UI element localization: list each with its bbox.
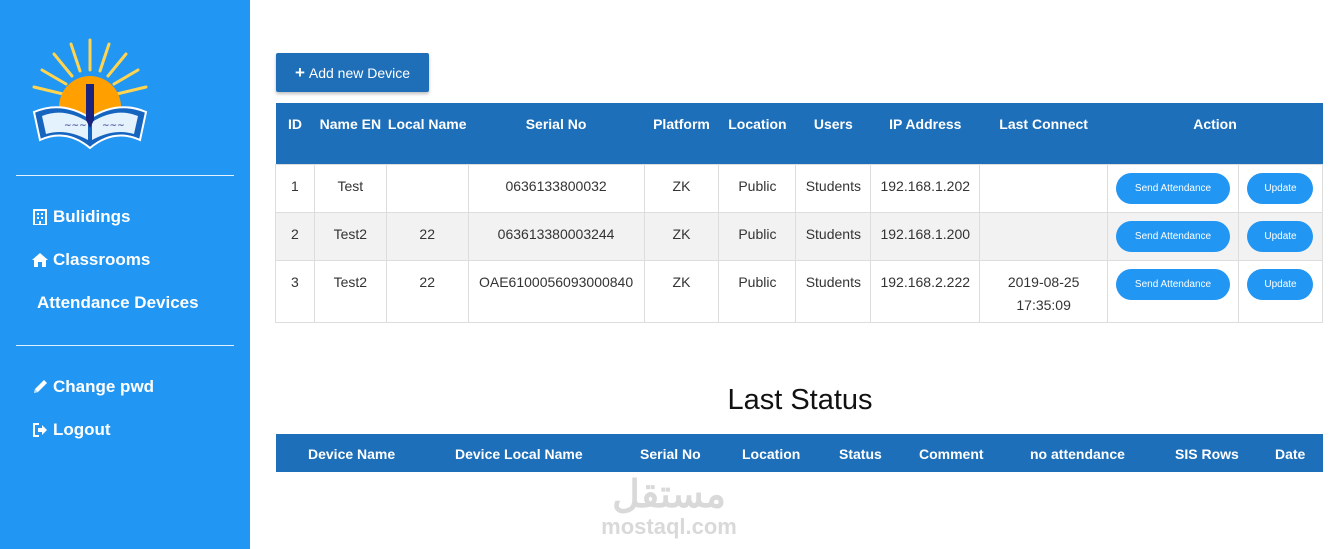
cell-id: 1 [275, 163, 315, 213]
cell-name-en: Test [313, 163, 387, 213]
column-header-platform: Platform [644, 103, 719, 164]
column-header-id: ID [275, 103, 315, 164]
cell-serial-no: 063613380003244 [467, 211, 645, 261]
column-header-users: Users [795, 103, 871, 164]
cell-local-name: 22 [385, 211, 469, 261]
sidebar-item-label: Attendance Devices [37, 293, 199, 312]
send-attendance-button[interactable]: Send Attendance [1116, 220, 1231, 252]
last-status-header-row: Device Name Device Local Name Serial No … [276, 434, 1323, 472]
sidebar-divider [16, 345, 234, 346]
svg-text:~~~: ~~~ [102, 121, 125, 131]
cell-id: 2 [275, 211, 315, 261]
school-logo: ~~~ ~~~ [28, 32, 153, 157]
plus-icon: + [294, 62, 305, 82]
column-header-device-local-name: Device Local Name [455, 446, 583, 462]
column-header-location: Location [742, 446, 801, 462]
column-header-serial-no: Serial No [468, 103, 645, 164]
cell-users: Students [795, 259, 872, 323]
cell-ip-address: 192.168.2.222 [870, 259, 981, 323]
sidebar-item-label: Logout [53, 420, 111, 439]
cell-platform: ZK [643, 259, 720, 323]
sidebar-item-logout[interactable]: Logout [32, 420, 111, 440]
cell-local-name: 22 [385, 259, 469, 323]
column-header-device-name: Device Name [308, 446, 396, 462]
cell-local-name [385, 163, 469, 213]
sidebar-item-change-pwd[interactable]: Change pwd [32, 377, 154, 397]
cell-ip-address: 192.168.1.200 [870, 211, 981, 261]
cell-ip-address: 192.168.1.202 [870, 163, 981, 213]
watermark-arabic: مستقل [612, 474, 726, 516]
cell-last-connect [979, 163, 1109, 213]
pencil-icon [32, 379, 48, 395]
cell-send-action: Send Attendance [1107, 259, 1239, 323]
cell-name-en: Test2 [313, 211, 387, 261]
cell-last-connect [979, 211, 1109, 261]
sidebar-item-label: Classrooms [53, 250, 151, 269]
column-header-name-en: Name EN [314, 103, 387, 164]
update-button[interactable]: Update [1247, 220, 1314, 252]
logout-icon [32, 422, 48, 438]
column-header-last-connect: Last Connect [979, 103, 1108, 164]
cell-users: Students [795, 163, 872, 213]
column-header-no-attendance: no attendance [1030, 446, 1125, 462]
update-button[interactable]: Update [1247, 268, 1314, 300]
cell-last-connect: 2019-08-25 17:35:09 [979, 259, 1109, 323]
add-button-label: Add new Device [308, 64, 411, 81]
add-new-device-button[interactable]: + Add new Device [276, 53, 429, 92]
table-row: 1 Test 0636133800032 ZK Public Students … [275, 163, 1324, 213]
table-row: 2 Test2 22 063613380003244 ZK Public Stu… [275, 211, 1324, 261]
cell-send-action: Send Attendance [1107, 163, 1239, 213]
sidebar-item-label: Bulidings [53, 207, 131, 226]
cell-name-en: Test2 [313, 259, 387, 323]
svg-text:~~~: ~~~ [64, 121, 87, 131]
column-header-local-name: Local Name [386, 103, 469, 164]
building-icon [32, 209, 48, 225]
sidebar-item-attendance-devices[interactable]: Attendance Devices [37, 293, 199, 313]
cell-platform: ZK [643, 211, 720, 261]
cell-location: Public [718, 163, 797, 213]
cell-update-action: Update [1237, 163, 1324, 213]
update-button[interactable]: Update [1247, 172, 1314, 204]
cell-send-action: Send Attendance [1107, 211, 1239, 261]
cell-id: 3 [275, 259, 315, 323]
sidebar-divider [16, 175, 234, 176]
column-header-status: Status [839, 446, 882, 462]
table-header-row: ID Name EN Local Name Serial No Platform… [275, 103, 1323, 164]
sidebar-item-buildings[interactable]: Bulidings [32, 207, 130, 227]
watermark: مستقل mostaql.com [596, 474, 742, 538]
cell-users: Students [795, 211, 872, 261]
cell-platform: ZK [643, 163, 720, 213]
table-row: 3 Test2 22 OAE6100056093000840 ZK Public… [275, 259, 1324, 323]
devices-table: ID Name EN Local Name Serial No Platform… [275, 103, 1324, 323]
cell-update-action: Update [1237, 211, 1324, 261]
cell-serial-no: 0636133800032 [467, 163, 645, 213]
cell-location: Public [718, 211, 797, 261]
sidebar: ~~~ ~~~ Bulidings Classrooms Attendance … [0, 0, 250, 549]
column-header-ip-address: IP Address [870, 103, 980, 164]
send-attendance-button[interactable]: Send Attendance [1116, 268, 1231, 300]
watermark-latin: mostaql.com [601, 514, 737, 539]
column-header-date: Date [1275, 446, 1306, 462]
column-header-sis-rows: SIS Rows [1175, 446, 1239, 462]
home-icon [32, 252, 48, 268]
last-status-title: Last Status [727, 384, 873, 416]
send-attendance-button[interactable]: Send Attendance [1116, 172, 1231, 204]
sidebar-item-label: Change pwd [53, 377, 155, 396]
cell-serial-no: OAE6100056093000840 [467, 259, 645, 323]
column-header-comment: Comment [919, 446, 984, 462]
sidebar-item-classrooms[interactable]: Classrooms [32, 250, 150, 270]
column-header-serial-no: Serial No [640, 446, 701, 462]
column-header-location: Location [718, 103, 796, 164]
column-header-action: Action [1107, 103, 1323, 164]
cell-update-action: Update [1237, 259, 1324, 323]
cell-location: Public [718, 259, 797, 323]
